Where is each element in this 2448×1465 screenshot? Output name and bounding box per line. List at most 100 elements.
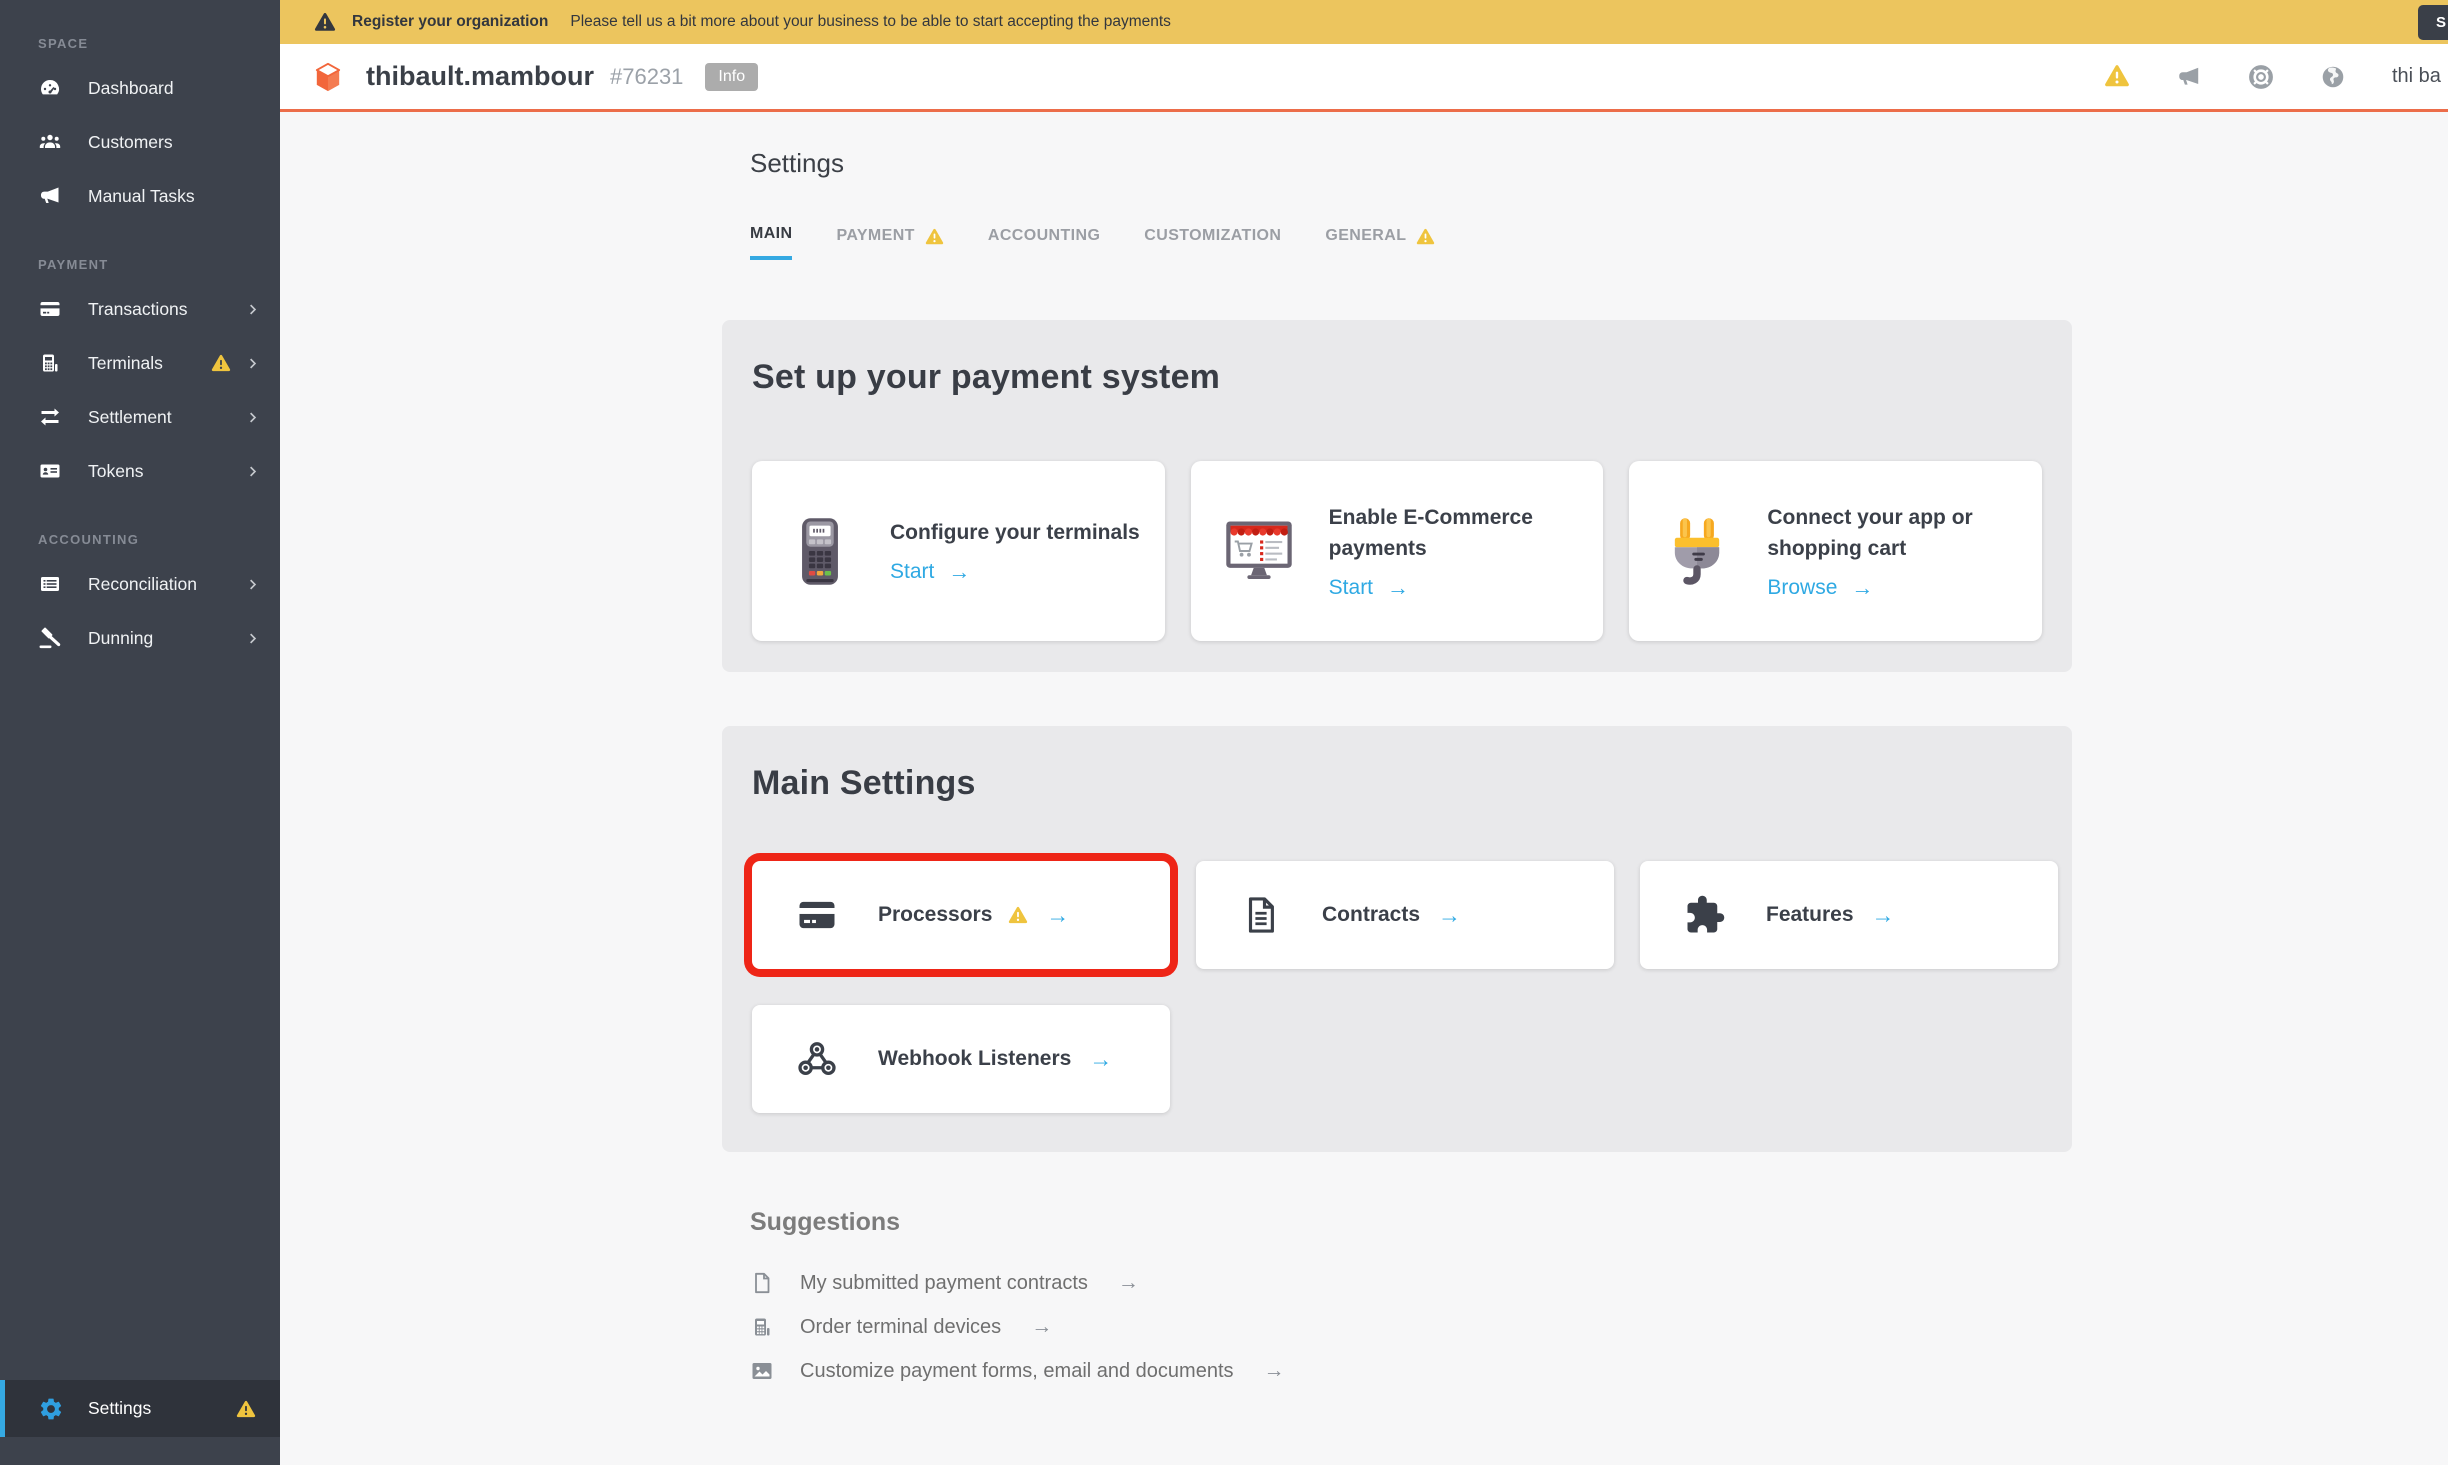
sidebar-item-settlement[interactable]: Settlement xyxy=(0,390,280,444)
sidebar-item-dashboard[interactable]: Dashboard xyxy=(0,61,280,115)
webhook-listeners-card[interactable]: Webhook Listeners → xyxy=(752,1005,1170,1113)
sidebar-item-dunning[interactable]: Dunning xyxy=(0,611,280,665)
tab-payment[interactable]: PAYMENT xyxy=(836,225,943,260)
sidebar-item-manual-tasks[interactable]: Manual Tasks xyxy=(0,169,280,223)
processors-card[interactable]: Processors → xyxy=(752,861,1170,969)
chevron-right-icon xyxy=(245,631,260,646)
transfer-arrows-icon xyxy=(38,405,62,429)
globe-icon[interactable] xyxy=(2320,64,2346,90)
setup-card-ecommerce: Enable E-Commerce payments Start → xyxy=(1191,461,1604,641)
setup-panel: Set up your payment system Configure you… xyxy=(722,320,2072,672)
tab-accounting[interactable]: ACCOUNTING xyxy=(988,225,1100,260)
app-header: thibault.mambour #76231 Info thi ba xyxy=(280,44,2448,112)
image-icon xyxy=(750,1359,774,1383)
sidebar-item-settings[interactable]: Settings xyxy=(0,1380,280,1437)
card-title: Processors xyxy=(878,903,992,927)
suggestion-label: Order terminal devices xyxy=(800,1316,1001,1339)
sidebar: SPACE Dashboard Customers Manual Tasks xyxy=(0,0,280,1465)
tab-customization[interactable]: CUSTOMIZATION xyxy=(1144,225,1281,260)
cube-logo xyxy=(314,62,342,92)
main-settings-title: Main Settings xyxy=(752,764,2042,803)
sidebar-item-tokens[interactable]: Tokens xyxy=(0,444,280,498)
start-link[interactable]: Start → xyxy=(890,559,1140,585)
sidebar-item-label: Customers xyxy=(88,132,173,153)
warning-triangle-icon xyxy=(1416,228,1435,245)
warning-triangle-icon xyxy=(211,354,231,372)
terminal-icon xyxy=(750,1315,774,1339)
arrow-right-icon: → xyxy=(1264,1359,1285,1383)
arrow-right-icon: → xyxy=(1046,902,1069,929)
browse-link[interactable]: Browse → xyxy=(1767,575,2042,601)
credit-card-icon xyxy=(796,894,838,936)
main-content: Settings MAIN PAYMENT ACCOUNTING CUSTOMI… xyxy=(280,112,2448,1465)
card-title: Features xyxy=(1766,903,1854,927)
chevron-right-icon xyxy=(245,410,260,425)
suggestions-title: Suggestions xyxy=(750,1208,2448,1237)
setup-card-title: Enable E-Commerce payments xyxy=(1329,506,1533,561)
chevron-right-icon xyxy=(245,356,260,371)
suggestion-submitted-contracts[interactable]: My submitted payment contracts → xyxy=(750,1261,2448,1305)
warning-triangle-icon xyxy=(1008,906,1028,924)
contract-icon xyxy=(1240,894,1282,936)
ecommerce-shop-illustration xyxy=(1221,513,1297,589)
header-actions: thi ba xyxy=(2104,64,2448,90)
suggestions-list: My submitted payment contracts → Order t… xyxy=(750,1261,2448,1393)
banner-action-button[interactable]: S xyxy=(2418,5,2448,40)
sidebar-section-payment: PAYMENT xyxy=(38,257,280,272)
sidebar-item-label: Terminals xyxy=(88,353,163,374)
app-screen: SPACE Dashboard Customers Manual Tasks xyxy=(0,0,2448,1465)
sidebar-item-label: Manual Tasks xyxy=(88,186,195,207)
tab-main[interactable]: MAIN xyxy=(750,225,792,260)
banner-message: Please tell us a bit more about your bus… xyxy=(570,13,1171,31)
account-name: thibault.mambour xyxy=(366,61,594,92)
sidebar-item-label: Settings xyxy=(88,1398,151,1419)
list-icon xyxy=(38,572,62,596)
warning-triangle-icon xyxy=(236,1400,256,1418)
sidebar-section-accounting: ACCOUNTING xyxy=(38,532,280,547)
chevron-right-icon xyxy=(245,302,260,317)
tab-label: PAYMENT xyxy=(836,227,914,245)
setup-card-connect-app: Connect your app or shopping cart Browse… xyxy=(1629,461,2042,641)
card-title: Webhook Listeners xyxy=(878,1047,1071,1071)
suggestion-order-terminals[interactable]: Order terminal devices → xyxy=(750,1305,2448,1349)
setup-cards: Configure your terminals Start → Enable … xyxy=(752,461,2042,641)
arrow-right-icon: → xyxy=(1089,1046,1112,1073)
sidebar-item-reconciliation[interactable]: Reconciliation xyxy=(0,557,280,611)
register-organization-banner: Register your organization Please tell u… xyxy=(280,0,2448,44)
suggestions-section: Suggestions My submitted payment contrac… xyxy=(750,1208,2448,1393)
webhook-icon xyxy=(796,1038,838,1080)
suggestion-customize-forms[interactable]: Customize payment forms, email and docum… xyxy=(750,1349,2448,1393)
user-menu-label[interactable]: thi ba xyxy=(2392,65,2448,88)
arrow-right-icon: → xyxy=(1872,902,1895,929)
credit-card-icon xyxy=(38,297,62,321)
info-badge[interactable]: Info xyxy=(705,63,758,91)
suggestion-label: Customize payment forms, email and docum… xyxy=(800,1360,1234,1383)
sidebar-item-customers[interactable]: Customers xyxy=(0,115,280,169)
card-title: Contracts xyxy=(1322,903,1420,927)
arrow-right-icon: → xyxy=(948,559,970,585)
sidebar-item-label: Tokens xyxy=(88,461,143,482)
gavel-icon xyxy=(38,626,62,650)
features-card[interactable]: Features → xyxy=(1640,861,2058,969)
account-id: #76231 xyxy=(610,64,683,90)
warning-triangle-icon[interactable] xyxy=(2104,64,2130,90)
start-link[interactable]: Start → xyxy=(1329,575,1604,601)
pos-terminal-illustration xyxy=(782,513,858,589)
megaphone-icon[interactable] xyxy=(2176,64,2202,90)
lifebuoy-icon[interactable] xyxy=(2248,64,2274,90)
main-settings-cards: Processors → Contracts → xyxy=(752,861,2042,1113)
tab-label: GENERAL xyxy=(1325,227,1406,245)
plug-illustration xyxy=(1659,513,1735,589)
sidebar-item-terminals[interactable]: Terminals xyxy=(0,336,280,390)
setup-card-title: Connect your app or shopping cart xyxy=(1767,506,1972,561)
setup-card-body: Connect your app or shopping cart Browse… xyxy=(1767,502,2042,601)
setup-card-body: Configure your terminals Start → xyxy=(890,517,1140,585)
arrow-right-icon: → xyxy=(1118,1271,1139,1295)
sidebar-item-transactions[interactable]: Transactions xyxy=(0,282,280,336)
contracts-card[interactable]: Contracts → xyxy=(1196,861,1614,969)
sidebar-item-label: Dunning xyxy=(88,628,153,649)
sidebar-item-label: Transactions xyxy=(88,299,188,320)
settings-tabs: MAIN PAYMENT ACCOUNTING CUSTOMIZATION GE… xyxy=(750,225,2448,260)
tab-general[interactable]: GENERAL xyxy=(1325,225,1435,260)
megaphone-icon xyxy=(38,184,62,208)
